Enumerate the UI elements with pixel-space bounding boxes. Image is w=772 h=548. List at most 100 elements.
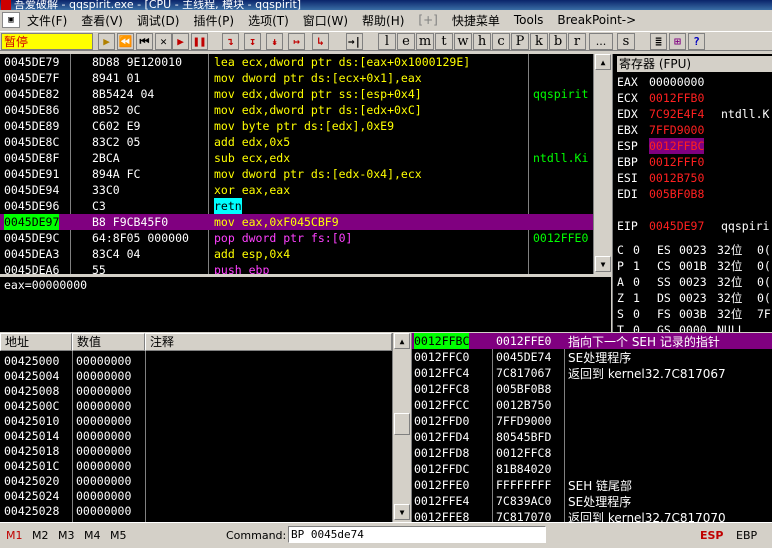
document-icon[interactable]: ▣ [2,12,20,28]
flag-value[interactable]: 0 [633,322,640,332]
tool-breakpoints[interactable]: b [549,33,567,50]
dump-row[interactable]: 00425028 00000000 [0,503,392,518]
esp-button[interactable]: ESP [700,529,724,542]
flag-value[interactable]: 0 [633,242,640,258]
stack-row[interactable]: 0012FFC4 7C817067 返回到 kernel32.7C817067 [412,365,772,381]
flag-row[interactable]: C 0 ES 0023 32位 0( [613,242,772,258]
tool-handles[interactable]: h [473,33,491,50]
menu-help[interactable]: 帮助(H) [355,12,411,29]
goto-icon[interactable]: →| [346,33,363,50]
registers-pane[interactable]: 寄存器 (FPU) EAX 00000000 ECX 0012FFB0 EDX 7C92E… [612,54,772,332]
flag-row[interactable]: Z 1 DS 0023 32位 0( [613,290,772,306]
stack-row[interactable]: 0012FFD4 80545BFD [412,429,772,445]
register-value[interactable]: 7FFD9000 [649,122,704,138]
scroll-down-icon[interactable]: ▼ [394,504,410,520]
disasm-row[interactable]: 0045DE8F 2BCA sub ecx,edx ntdll.Ki [0,150,593,166]
register-row[interactable]: ESP 0012FFBC [613,138,772,154]
stack-row[interactable]: 0012FFD8 0012FFC8 [412,445,772,461]
disasm-row[interactable]: 0045DE89 C602 E9 mov byte ptr ds:[edx],0xE… [0,118,593,134]
menu-options[interactable]: 选项(T) [241,12,296,29]
flag-row[interactable]: A 0 SS 0023 32位 0( [613,274,772,290]
ebp-button[interactable]: EBP [736,529,757,542]
tool-windows[interactable]: w [454,33,472,50]
disassembly-pane[interactable]: 0045DE79 8D88 9E120010 lea ecx,dword ptr d… [0,54,611,274]
dump-scrollbar[interactable]: ▲ ▼ [392,333,410,522]
register-value[interactable]: 7C92E4F4 [649,106,704,122]
flag-value[interactable]: 1 [633,290,640,306]
tool-source[interactable]: s [617,33,635,50]
tool-executables[interactable]: e [397,33,415,50]
dump-row[interactable]: 0042501C 00000000 [0,458,392,473]
segment-value[interactable]: 001B [679,258,707,274]
mark-tab-m3[interactable]: M3 [58,529,75,542]
disasm-row[interactable]: 0045DE79 8D88 9E120010 lea ecx,dword ptr d… [0,54,593,70]
register-value[interactable]: 0012FFF0 [649,154,704,170]
stack-row[interactable]: 0012FFE0 FFFFFFFF SEH 链尾部 [412,477,772,493]
disasm-row[interactable]: 0045DE91 894A FC mov dword ptr ds:[edx-0x4… [0,166,593,182]
disasm-scrollbar[interactable]: ▲ ▼ [593,54,611,274]
title-bar[interactable]: 吾爱破解 - qqspirit.exe - [CPU - 主线程, 模块 - q… [0,0,772,10]
mark-tab-m4[interactable]: M4 [84,529,101,542]
step-over-icon[interactable]: ↧ [244,33,261,50]
dump-row[interactable]: 00425010 00000000 [0,413,392,428]
dump-row[interactable]: 00425000 00000000 [0,353,392,368]
menu-tools[interactable]: Tools [507,13,551,27]
dump-row[interactable]: 00425008 00000000 [0,383,392,398]
segment-value[interactable]: 003B [679,306,707,322]
dump-header-comment[interactable]: 注释 [145,333,392,351]
dump-row[interactable]: 00425014 00000000 [0,428,392,443]
stack-row[interactable]: 0012FFDC 81B84020 [412,461,772,477]
stack-row[interactable]: 0012FFC0 0045DE74 SE处理程序 [412,349,772,365]
stack-row[interactable]: 0012FFBC 0012FFE0 指向下一个 SEH 记录的指针 [412,333,772,349]
register-row[interactable]: EDX 7C92E4F4 ntdll.K [613,106,772,122]
disasm-row[interactable]: 0045DEA3 83C4 04 add esp,0x4 [0,246,593,262]
flag-row[interactable]: P 1 CS 001B 32位 0( [613,258,772,274]
stack-row[interactable]: 0012FFE4 7C839AC0 SE处理程序 [412,493,772,509]
execute-till-return-icon[interactable]: ↳ [312,33,329,50]
mark-tab-m1[interactable]: M1 [6,529,23,542]
register-value[interactable]: 0012B750 [649,170,704,186]
tool-threads[interactable]: t [435,33,453,50]
disasm-row[interactable]: 0045DE9C 64:8F05 000000 pop dword ptr fs:[… [0,230,593,246]
command-input[interactable] [288,526,546,543]
mark-tab-m2[interactable]: M2 [32,529,49,542]
dump-row[interactable]: 00425024 00000000 [0,488,392,503]
scroll-up-icon[interactable]: ▲ [394,333,410,349]
stack-row[interactable]: 0012FFD0 7FFD9000 [412,413,772,429]
tool-patches[interactable]: P [511,33,529,50]
tool-cpu[interactable]: c [492,33,510,50]
register-row[interactable]: ECX 0012FFB0 [613,90,772,106]
menu-view[interactable]: 查看(V) [74,12,130,29]
disasm-row[interactable]: 0045DE82 8B5424 04 mov edx,dword ptr ss:[e… [0,86,593,102]
options-icon[interactable]: ≣ [650,33,667,50]
register-row[interactable]: EBP 0012FFF0 [613,154,772,170]
restart-icon[interactable]: ⏮ [136,33,153,50]
dump-header-address[interactable]: 地址 [0,333,72,351]
stack-row[interactable]: 0012FFC8 005BF0B8 [412,381,772,397]
stack-pane[interactable]: 0012FFBC 0012FFE0 指向下一个 SEH 记录的指针 0012FFC0 0… [411,333,772,522]
tool-memory[interactable]: m [416,33,434,50]
register-value[interactable]: 0012FFB0 [649,90,704,106]
run-icon[interactable]: ▶ [172,33,189,50]
close-icon[interactable]: ✕ [155,33,172,50]
rewind-icon[interactable]: ⏪ [117,33,134,50]
dump-scroll-thumb[interactable] [394,413,410,435]
menu-window[interactable]: 窗口(W) [296,12,355,29]
register-row[interactable]: EBX 7FFD9000 [613,122,772,138]
stack-row[interactable]: 0012FFCC 0012B750 [412,397,772,413]
register-value[interactable]: 005BF0B8 [649,186,704,202]
register-row[interactable]: EAX 00000000 [613,74,772,90]
trace-over-icon[interactable]: ↦ [288,33,305,50]
dump-header-value[interactable]: 数值 [72,333,145,351]
trace-into-icon[interactable]: ↡ [266,33,283,50]
disasm-row[interactable]: 0045DE96 C3 retn [0,198,593,214]
open-icon[interactable]: ▶ [98,33,115,50]
tool-run-trace[interactable]: ... [589,33,613,50]
segment-value[interactable]: 0023 [679,242,707,258]
segment-value[interactable]: 0000 [679,322,707,332]
disasm-row[interactable]: 0045DEA6 55 push ebp [0,262,593,274]
dump-row[interactable]: 00425020 00000000 [0,473,392,488]
disasm-row[interactable]: 0045DE8C 83C2 05 add edx,0x5 [0,134,593,150]
scroll-up-icon[interactable]: ▲ [595,54,611,70]
flag-value[interactable]: 0 [633,306,640,322]
